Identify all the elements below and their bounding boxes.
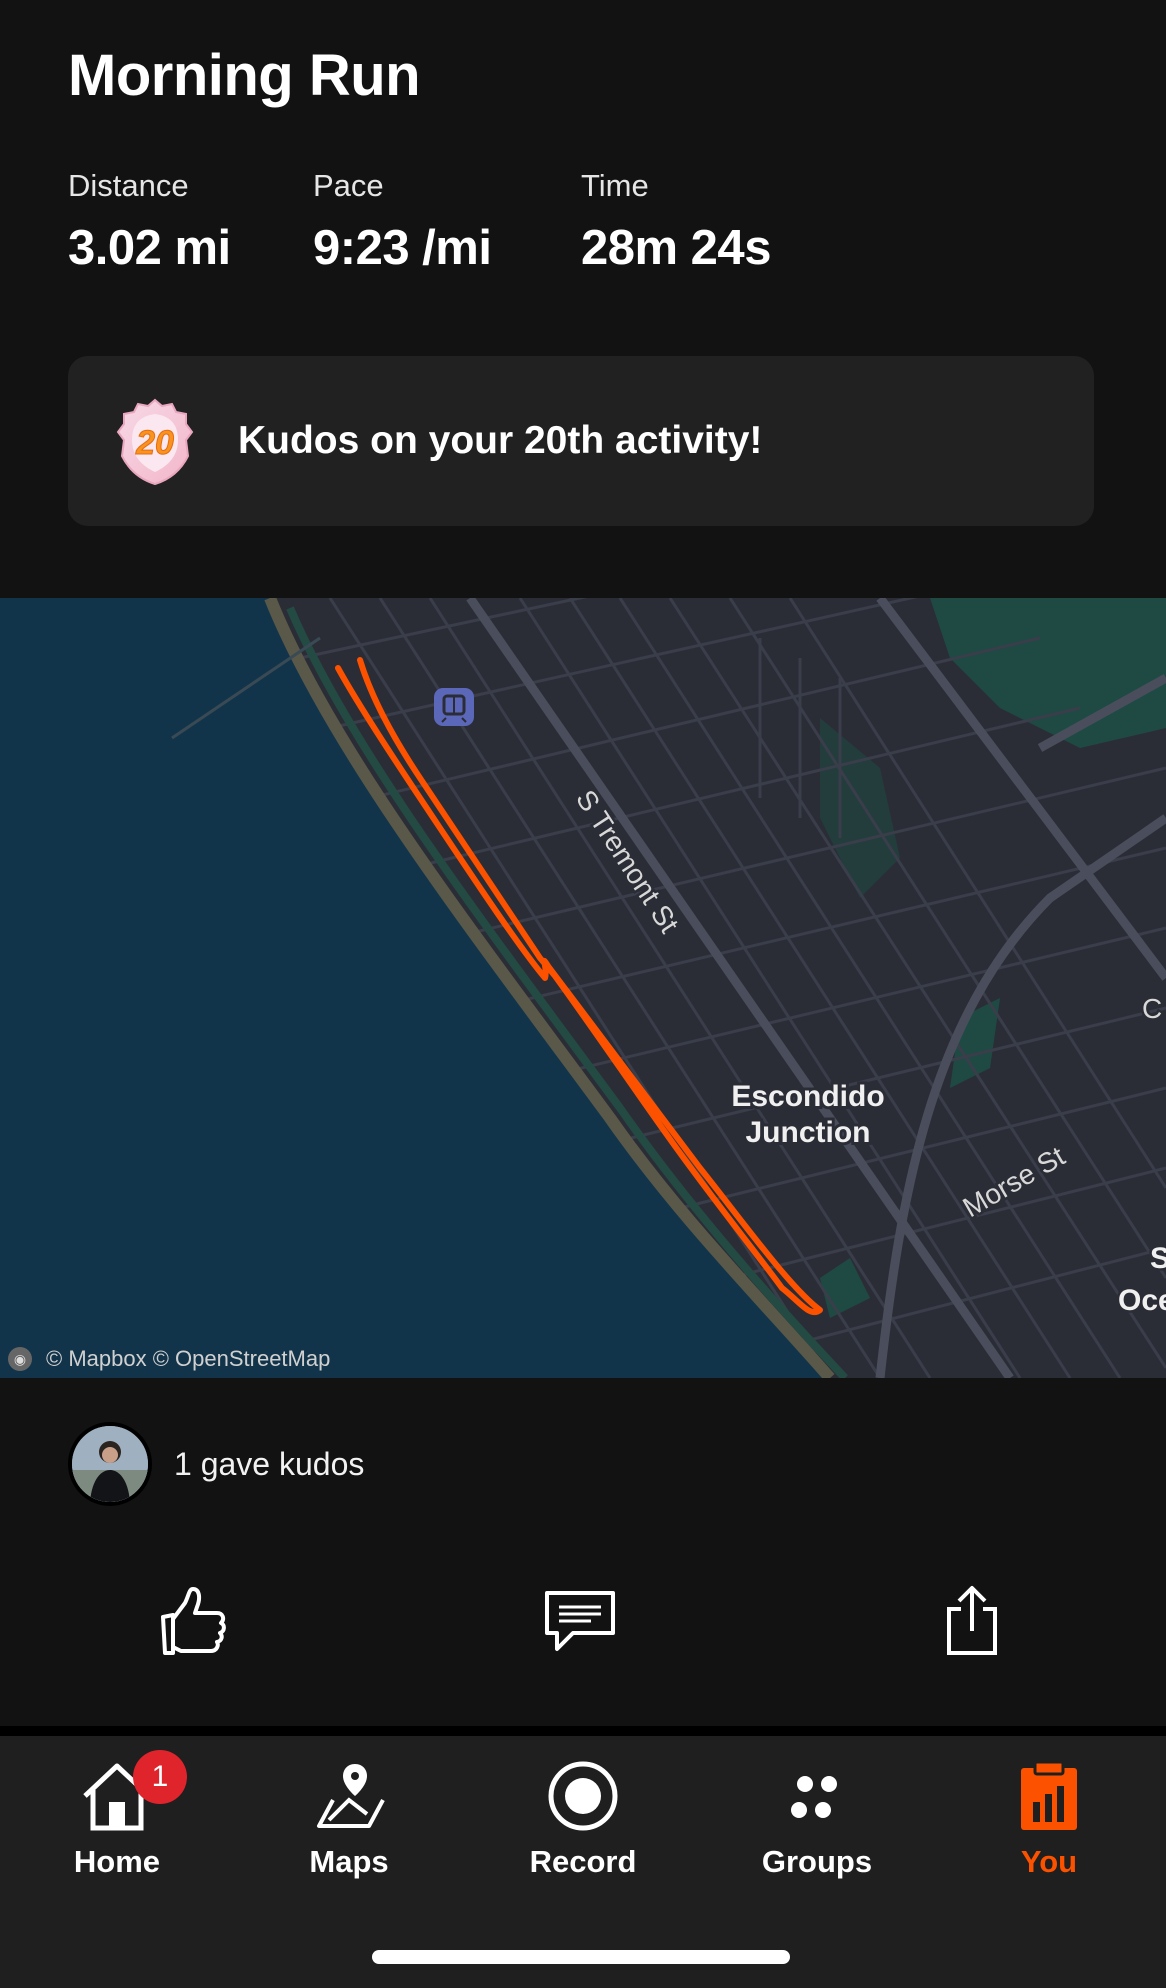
avatar bbox=[68, 1422, 152, 1506]
kudos-text: 1 gave kudos bbox=[174, 1445, 365, 1482]
stat-pace-label: Pace bbox=[313, 168, 384, 203]
tab-you-label: You bbox=[1020, 1844, 1078, 1879]
tab-you[interactable]: You bbox=[932, 1736, 1166, 1906]
stat-pace-value: 9:23 /mi bbox=[313, 221, 492, 275]
comment-button[interactable] bbox=[540, 1580, 620, 1660]
map-label-escondido-1: Escondido bbox=[731, 1080, 884, 1113]
tab-record-label: Record bbox=[529, 1844, 637, 1879]
share-button[interactable] bbox=[932, 1580, 1012, 1660]
comment-icon bbox=[545, 1591, 615, 1651]
tab-groups-label: Groups bbox=[761, 1844, 873, 1879]
achievement-message: Kudos on your 20th activity! bbox=[238, 419, 763, 462]
tab-home-label: Home bbox=[73, 1844, 161, 1879]
share-icon bbox=[947, 1586, 997, 1655]
groups-icon bbox=[791, 1776, 837, 1818]
map-attribution[interactable]: ◉ © Mapbox © OpenStreetMap bbox=[8, 1346, 330, 1372]
map-attribution-text: © Mapbox © OpenStreetMap bbox=[46, 1346, 331, 1371]
map-label-escondido-2: Junction bbox=[746, 1116, 871, 1149]
stat-distance-label: Distance bbox=[68, 168, 189, 203]
kudos-summary[interactable]: 1 gave kudos bbox=[68, 1422, 364, 1506]
route-map[interactable]: S Tremont St Escondido Junction Morse St… bbox=[0, 598, 1166, 1378]
tab-home[interactable]: 1 Home bbox=[0, 1736, 234, 1906]
map-canvas: S Tremont St Escondido Junction Morse St… bbox=[0, 598, 1166, 1378]
stat-time-value: 28m 24s bbox=[581, 221, 771, 275]
home-indicator[interactable] bbox=[372, 1950, 790, 1964]
tab-groups[interactable]: Groups bbox=[700, 1736, 934, 1906]
tab-record[interactable]: Record bbox=[466, 1736, 700, 1906]
stat-distance: Distance 3.02 mi bbox=[68, 168, 231, 276]
record-icon bbox=[548, 1761, 618, 1831]
home-notification-badge: 1 bbox=[133, 1750, 187, 1804]
mapbox-logo-icon: ◉ bbox=[8, 1347, 32, 1371]
tabbar-divider bbox=[0, 1726, 1166, 1736]
bottom-tabbar: 1 Home Maps Record Groups You bbox=[0, 1736, 1166, 1988]
achievement-banner[interactable]: 20 Kudos on your 20th activity! bbox=[68, 356, 1094, 526]
map-label-edge-oce: Oce bbox=[1118, 1284, 1166, 1317]
you-icon bbox=[1021, 1760, 1077, 1830]
like-button[interactable] bbox=[152, 1580, 232, 1660]
stat-distance-value: 3.02 mi bbox=[68, 221, 231, 275]
tab-maps[interactable]: Maps bbox=[232, 1736, 466, 1906]
stat-time: Time 28m 24s bbox=[581, 168, 771, 276]
maps-icon bbox=[317, 1764, 385, 1828]
map-label-edge-s: S bbox=[1150, 1242, 1166, 1275]
map-label-edge-c: C bbox=[1142, 993, 1162, 1024]
tab-maps-label: Maps bbox=[309, 1844, 389, 1879]
thumbs-up-icon bbox=[161, 1587, 226, 1655]
achievement-badge-icon: 20 bbox=[116, 398, 194, 486]
activity-title: Morning Run bbox=[68, 43, 421, 108]
stat-pace: Pace 9:23 /mi bbox=[313, 168, 492, 276]
stat-time-label: Time bbox=[581, 168, 649, 203]
achievement-badge-number: 20 bbox=[135, 424, 174, 462]
